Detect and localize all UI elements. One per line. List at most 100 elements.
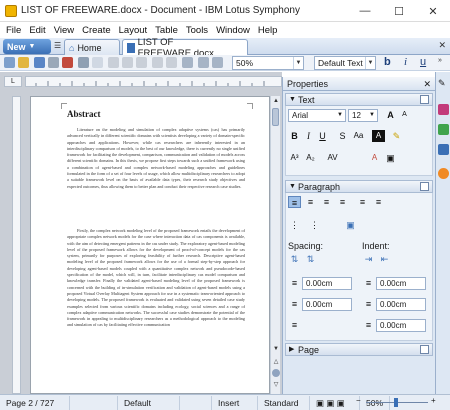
align-right-icon[interactable]: ≡ bbox=[320, 196, 333, 208]
scrollbar-thumb[interactable] bbox=[272, 108, 279, 126]
increase-indent-icon[interactable]: ⇥ bbox=[362, 253, 375, 265]
print-icon[interactable] bbox=[48, 57, 59, 68]
menu-file[interactable]: File bbox=[6, 25, 21, 36]
close-panel-icon[interactable]: ✕ bbox=[423, 77, 431, 91]
selection-mode[interactable]: Standard bbox=[258, 395, 310, 410]
more-options-icon[interactable] bbox=[420, 345, 429, 354]
menu-layout[interactable]: Layout bbox=[119, 25, 148, 36]
copy-icon[interactable] bbox=[122, 57, 133, 68]
redo-icon[interactable] bbox=[166, 57, 177, 68]
tab-stop-icon[interactable]: L bbox=[4, 76, 22, 87]
browse-object-icon[interactable] bbox=[272, 369, 280, 377]
bold-button[interactable]: b bbox=[384, 56, 391, 68]
indent-before-field[interactable]: 0.00cm bbox=[376, 277, 426, 290]
rtl-icon[interactable]: ≡ bbox=[356, 196, 369, 208]
align-left-icon[interactable]: ≡ bbox=[288, 196, 301, 208]
properties-tab-icon[interactable]: ✎ bbox=[438, 78, 449, 89]
indent-after-field[interactable]: 0.00cm bbox=[376, 298, 426, 311]
clipart-icon[interactable] bbox=[438, 104, 449, 115]
subscript-icon[interactable]: A₂ bbox=[304, 152, 317, 164]
insert-mode[interactable]: Insert bbox=[212, 395, 258, 410]
preview-icon[interactable] bbox=[78, 57, 89, 68]
highlight-icon[interactable]: ✎ bbox=[390, 130, 403, 142]
zoom-in-icon[interactable]: + bbox=[431, 396, 436, 405]
menu-edit[interactable]: Edit bbox=[29, 25, 45, 36]
border-icon[interactable]: ▣ bbox=[384, 152, 397, 164]
previous-page-icon[interactable]: △ bbox=[272, 358, 280, 366]
close-tab-icon[interactable]: ✕ bbox=[438, 40, 446, 51]
paragraph-background-icon[interactable]: ▣ bbox=[344, 219, 357, 231]
panel-italic-button[interactable]: I bbox=[302, 130, 315, 142]
open-icon[interactable] bbox=[18, 57, 29, 68]
paragraph-section-header[interactable]: ▼ Paragraph bbox=[285, 180, 433, 193]
page-style[interactable]: Default bbox=[118, 395, 180, 410]
more-options-icon[interactable] bbox=[420, 182, 429, 191]
case-icon[interactable]: Aa bbox=[352, 130, 365, 142]
zoom-out-icon[interactable]: − bbox=[356, 396, 361, 405]
menu-help[interactable]: Help bbox=[258, 25, 278, 36]
grow-font-icon[interactable]: A bbox=[384, 109, 397, 121]
increase-spacing-icon[interactable]: ⇅ bbox=[288, 253, 301, 265]
view-layout-icons[interactable]: ▣ ▣ ▣ bbox=[310, 395, 360, 410]
decrease-indent-icon[interactable]: ⇤ bbox=[378, 253, 391, 265]
panel-underline-button[interactable]: U bbox=[316, 130, 329, 142]
shrink-font-icon[interactable]: A bbox=[398, 109, 411, 121]
tab-document[interactable]: LIST OF FREEWARE.docx bbox=[122, 37, 248, 59]
next-page-icon[interactable]: ▽ bbox=[272, 381, 280, 389]
new-doc-icon[interactable] bbox=[4, 57, 15, 68]
spellcheck-icon[interactable] bbox=[92, 57, 103, 68]
spacing-below-field[interactable]: 0.00cm bbox=[302, 298, 352, 311]
close-button[interactable]: ✕ bbox=[416, 0, 450, 22]
bullets-icon[interactable]: ⋮ bbox=[288, 219, 301, 231]
zoom-select[interactable]: 50% ▼ bbox=[232, 56, 304, 70]
timer-icon[interactable] bbox=[438, 168, 449, 179]
cut-icon[interactable] bbox=[108, 57, 119, 68]
paste-icon[interactable] bbox=[136, 57, 147, 68]
menu-tools[interactable]: Tools bbox=[186, 25, 208, 36]
first-line-indent-field[interactable]: 0.00cm bbox=[376, 319, 426, 332]
font-size-select[interactable]: 12 ▼ bbox=[348, 109, 378, 122]
italic-button[interactable]: i bbox=[404, 56, 407, 68]
shadow-icon[interactable]: A bbox=[368, 152, 381, 164]
style-select[interactable]: Default Text ▼ bbox=[314, 56, 376, 70]
find-icon[interactable] bbox=[182, 57, 193, 68]
more-options-icon[interactable] bbox=[420, 95, 429, 104]
save-icon[interactable] bbox=[34, 57, 45, 68]
new-button[interactable]: New ▼ bbox=[3, 39, 51, 54]
pdf-icon[interactable] bbox=[62, 57, 73, 68]
document-page[interactable]: Abstract Literature on the modeling and … bbox=[30, 96, 270, 394]
navigator-icon[interactable] bbox=[438, 124, 449, 135]
maximize-button[interactable]: ☐ bbox=[382, 0, 416, 22]
strikethrough-icon[interactable]: S bbox=[336, 130, 349, 142]
scroll-up-icon[interactable]: ▲ bbox=[272, 98, 280, 106]
page-section-header[interactable]: ▶ Page bbox=[285, 343, 433, 356]
decrease-spacing-icon[interactable]: ⇅ bbox=[304, 253, 317, 265]
table-icon[interactable] bbox=[198, 57, 209, 68]
font-color-icon[interactable]: A bbox=[372, 130, 385, 142]
undo-icon[interactable] bbox=[152, 57, 163, 68]
text-section-header[interactable]: ▼ Text bbox=[285, 93, 433, 106]
font-name-select[interactable]: Arial ▼ bbox=[288, 109, 346, 122]
tab-home[interactable]: ⌂ Home bbox=[64, 39, 120, 55]
align-center-icon[interactable]: ≡ bbox=[304, 196, 317, 208]
minimize-button[interactable]: — bbox=[348, 0, 382, 22]
horizontal-ruler[interactable] bbox=[25, 76, 282, 87]
toolbar-overflow-icon[interactable]: » bbox=[438, 57, 442, 64]
scroll-down-icon[interactable]: ▼ bbox=[272, 346, 280, 354]
superscript-icon[interactable]: A³ bbox=[288, 152, 301, 164]
menu-table[interactable]: Table bbox=[155, 25, 178, 36]
justify-icon[interactable]: ≡ bbox=[336, 196, 349, 208]
vertical-scrollbar[interactable]: ▲ ▼ △ ▽ bbox=[270, 96, 280, 394]
underline-button[interactable]: u bbox=[420, 56, 426, 68]
zoom-thumb[interactable] bbox=[394, 398, 398, 407]
menu-view[interactable]: View bbox=[54, 25, 74, 36]
image-icon[interactable] bbox=[212, 57, 223, 68]
zoom-slider[interactable]: − + bbox=[356, 396, 440, 407]
line-spacing-icon[interactable]: ≡ bbox=[288, 319, 301, 331]
styles-icon[interactable] bbox=[438, 144, 449, 155]
spacing-icon[interactable]: AV bbox=[326, 152, 339, 164]
numbering-icon[interactable]: ⋮ bbox=[308, 219, 321, 231]
spacing-above-field[interactable]: 0.00cm bbox=[302, 277, 352, 290]
panel-bold-button[interactable]: B bbox=[288, 130, 301, 142]
vertical-ruler[interactable] bbox=[12, 96, 21, 394]
